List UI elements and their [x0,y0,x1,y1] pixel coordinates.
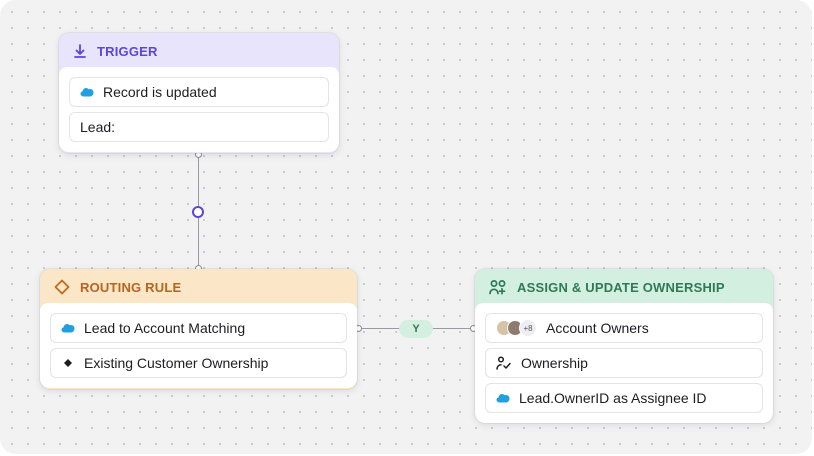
assign-title: ASSIGN & UPDATE OWNERSHIP [517,279,725,295]
users-group-icon [489,279,507,295]
assign-row-owner-id[interactable]: Lead.OwnerID as Assignee ID [485,383,763,413]
diamond-icon [54,279,70,295]
routing-header: ROUTING RULE [40,269,357,305]
assign-header: ASSIGN & UPDATE OWNERSHIP [475,269,773,305]
routing-row-label: Existing Customer Ownership [84,355,269,371]
assign-row-ownership[interactable]: Ownership [485,348,763,378]
yes-branch-label: Y [412,323,420,335]
avatar-extra-count: +8 [519,319,537,337]
salesforce-cloud-icon [61,323,75,333]
salesforce-cloud-icon [496,393,510,403]
routing-rule-node[interactable]: ROUTING RULE Lead to Account Matching Ex… [40,269,357,389]
trigger-header: TRIGGER [59,33,339,69]
routing-row-lead-to-account[interactable]: Lead to Account Matching [50,313,347,343]
assign-ownership-node[interactable]: ASSIGN & UPDATE OWNERSHIP +8 Account Own… [475,269,773,423]
add-step-node-icon[interactable] [192,206,204,218]
assign-row-account-owners[interactable]: +8 Account Owners [485,313,763,343]
trigger-row-lead[interactable]: Lead: [69,112,329,142]
assign-row-label: Lead.OwnerID as Assignee ID [519,390,707,406]
salesforce-cloud-icon [80,87,94,97]
assign-row-label: Account Owners [546,320,649,336]
workflow-canvas[interactable]: Y TRIGGER Record is updated Lead: ROUTIN… [0,0,812,454]
trigger-title: TRIGGER [97,43,158,59]
assign-body: +8 Account Owners Ownership Lead.OwnerID… [475,303,773,423]
diamond-filled-icon [61,358,75,368]
routing-row-existing-customer[interactable]: Existing Customer Ownership [50,348,347,378]
user-check-icon [496,356,512,370]
yes-branch-badge[interactable]: Y [399,320,433,338]
trigger-row-label: Record is updated [103,84,217,100]
trigger-body: Record is updated Lead: [59,67,339,152]
avatar-stack: +8 [496,319,537,337]
trigger-row-record-updated[interactable]: Record is updated [69,77,329,107]
trigger-node[interactable]: TRIGGER Record is updated Lead: [59,33,339,153]
routing-title: ROUTING RULE [80,279,182,295]
routing-body: Lead to Account Matching Existing Custom… [40,303,357,388]
routing-row-label: Lead to Account Matching [84,320,246,336]
assign-row-label: Ownership [521,355,588,371]
arrow-down-to-line-icon [73,44,87,58]
trigger-row-label: Lead: [80,119,116,135]
